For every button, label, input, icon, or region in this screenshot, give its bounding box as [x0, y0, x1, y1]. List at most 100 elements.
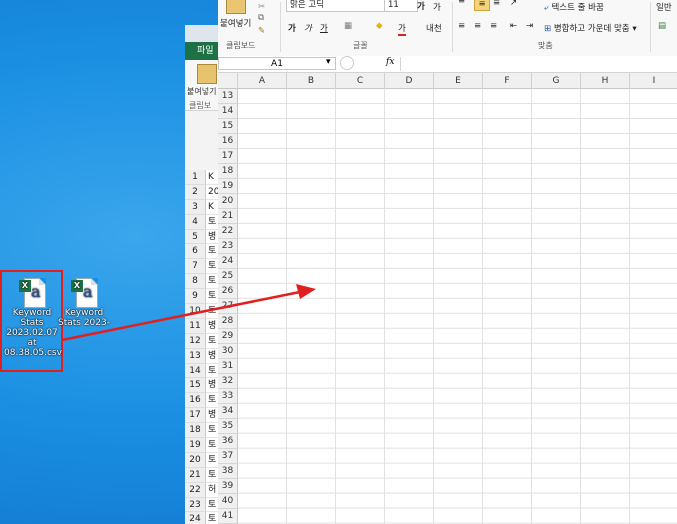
row-header[interactable]: 9 — [185, 289, 206, 305]
align-bottom-icon[interactable]: ≡ — [493, 0, 500, 8]
row-header[interactable]: 12 — [185, 333, 206, 349]
column-header[interactable]: D — [385, 73, 434, 89]
cell-area[interactable] — [238, 89, 677, 524]
copy-icon[interactable]: ⧉ — [258, 13, 264, 23]
row-header[interactable]: 4 — [185, 214, 206, 230]
row-header[interactable]: 16 — [218, 133, 238, 149]
shrink-font-button[interactable]: 가 — [433, 1, 441, 13]
row-header[interactable]: 1 — [185, 170, 206, 185]
row-header[interactable]: 10 — [185, 304, 206, 319]
row-header[interactable]: 21 — [185, 467, 206, 483]
row-header[interactable]: 34 — [218, 403, 238, 419]
row-header[interactable]: 18 — [185, 423, 206, 439]
font-size-select[interactable]: 11 — [384, 0, 418, 12]
row-header[interactable]: 17 — [185, 408, 206, 424]
italic-button[interactable]: 가 — [304, 22, 312, 34]
row-header[interactable]: 24 — [218, 253, 238, 269]
row-header[interactable]: 13 — [218, 89, 238, 104]
row-header[interactable]: 35 — [218, 418, 238, 434]
row-header[interactable]: 11 — [185, 318, 206, 334]
paste-icon[interactable] — [226, 0, 246, 14]
row-header[interactable]: 22 — [218, 223, 238, 239]
column-header[interactable]: G — [532, 73, 581, 89]
font-name-select[interactable]: 맑은 고딕 — [286, 0, 386, 12]
row-header[interactable]: 6 — [185, 244, 206, 260]
underline-button[interactable]: 가 — [320, 22, 328, 34]
column-header[interactable]: E — [434, 73, 483, 89]
row-header[interactable]: 7 — [185, 259, 206, 275]
row-header[interactable]: 22 — [185, 482, 206, 498]
row-header[interactable]: 2 — [185, 184, 206, 200]
row-header[interactable]: 38 — [218, 463, 238, 479]
decrease-indent-icon[interactable]: ⇤ — [510, 21, 517, 31]
name-box[interactable]: A1 — [218, 57, 336, 70]
row-header[interactable]: 31 — [218, 358, 238, 374]
phonetic-button[interactable]: 내천 — [426, 22, 442, 34]
row-header[interactable]: 23 — [185, 497, 206, 513]
row-header[interactable]: 37 — [218, 448, 238, 464]
row-header[interactable]: 8 — [185, 274, 206, 290]
row-header[interactable]: 41 — [218, 508, 238, 524]
desktop-file-keyword-stats-selected[interactable]: Xa Keyword Stats 2023.02.07 at 08.38.05.… — [4, 278, 62, 358]
number-format-select[interactable]: 일반 — [656, 1, 672, 13]
align-center-icon[interactable]: ≡ — [474, 21, 481, 31]
align-middle-icon[interactable]: ≡ — [474, 0, 490, 11]
row-header[interactable]: 14 — [218, 103, 238, 119]
row-header[interactable]: 17 — [218, 148, 238, 164]
orientation-icon[interactable]: ↗ — [510, 0, 517, 8]
row-header[interactable]: 16 — [185, 393, 206, 409]
row-header[interactable]: 19 — [218, 178, 238, 194]
column-header[interactable]: C — [336, 73, 385, 89]
merge-center-button[interactable]: ⊞ 병합하고 가운데 맞춤 ▾ — [544, 22, 637, 34]
row-header[interactable]: 36 — [218, 433, 238, 449]
worksheet-grid[interactable]: ABCDEFGHI 13 14 15 16 17 18 19 20 21 22 23 24 25 26 27… — [218, 73, 677, 524]
row-header[interactable]: 24 — [185, 512, 206, 524]
row-header[interactable]: 15 — [218, 118, 238, 134]
row-header[interactable]: 29 — [218, 328, 238, 344]
row-header[interactable]: 21 — [218, 208, 238, 224]
row-header[interactable]: 3 — [185, 199, 206, 215]
column-header[interactable]: A — [238, 73, 287, 89]
currency-format-icon[interactable]: ▤ — [658, 21, 666, 31]
chevron-down-icon[interactable]: ▾ — [326, 57, 331, 67]
row-header[interactable]: 26 — [218, 283, 238, 299]
column-header[interactable]: F — [483, 73, 532, 89]
column-header[interactable]: I — [630, 73, 677, 89]
row-header[interactable]: 15 — [185, 378, 206, 394]
insert-function-button[interactable]: fx — [386, 57, 394, 67]
align-right-icon[interactable]: ≡ — [490, 21, 497, 31]
column-header[interactable]: H — [581, 73, 630, 89]
select-all-corner[interactable] — [218, 73, 238, 89]
row-header[interactable]: 39 — [218, 478, 238, 494]
row-header[interactable]: 30 — [218, 343, 238, 359]
column-header[interactable]: B — [287, 73, 336, 89]
borders-icon[interactable]: ▦ — [344, 21, 352, 31]
formula-input[interactable] — [400, 57, 677, 71]
align-top-icon[interactable]: ≡ — [458, 0, 465, 6]
row-header[interactable]: 33 — [218, 388, 238, 404]
desktop-file-keyword-stats[interactable]: Xa Keyword Stats 2023- — [58, 278, 110, 328]
row-header[interactable]: 25 — [218, 268, 238, 284]
row-header[interactable]: 27 — [218, 298, 238, 314]
row-header[interactable]: 28 — [218, 313, 238, 329]
format-painter-icon[interactable]: ✎ — [258, 26, 265, 36]
paste-icon[interactable] — [197, 64, 217, 84]
row-header[interactable]: 23 — [218, 238, 238, 254]
paste-button[interactable]: 붙여넣기 — [220, 17, 251, 29]
align-left-icon[interactable]: ≡ — [458, 21, 465, 31]
row-header[interactable]: 14 — [185, 363, 206, 379]
bold-button[interactable]: 가 — [288, 22, 296, 34]
row-header[interactable]: 18 — [218, 163, 238, 179]
font-color-button[interactable]: 가 — [398, 22, 406, 36]
row-header[interactable]: 20 — [185, 452, 206, 468]
fill-color-icon[interactable]: ◆ — [376, 21, 383, 31]
row-header[interactable]: 20 — [218, 193, 238, 209]
wrap-text-button[interactable]: ⤶ 텍스트 줄 바꿈 — [544, 1, 604, 13]
row-header[interactable]: 40 — [218, 493, 238, 509]
cut-icon[interactable]: ✂ — [258, 2, 265, 12]
row-header[interactable]: 19 — [185, 438, 206, 453]
row-header[interactable]: 32 — [218, 373, 238, 389]
increase-indent-icon[interactable]: ⇥ — [526, 21, 533, 31]
row-header[interactable]: 13 — [185, 348, 206, 364]
row-header[interactable]: 5 — [185, 229, 206, 245]
